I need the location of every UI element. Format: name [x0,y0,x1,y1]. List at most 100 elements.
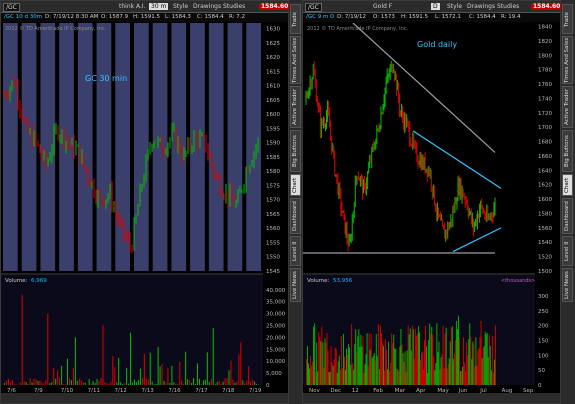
right-tab-live-news[interactable]: Live News [562,268,573,302]
left-studies-button[interactable]: Studies [223,3,245,10]
right-tab-active-trader[interactable]: Active Trader [562,86,573,128]
right-info-low: L: 1572.1 [435,14,461,20]
left-price-tick: 1585 [266,155,280,161]
right-studies-button[interactable]: Studies [497,3,519,10]
right-volume-bar [427,373,429,385]
left-think-ai-button[interactable]: think A.I. [119,3,146,10]
left-status-bar [1,393,288,403]
right-volume-bar [371,357,373,385]
right-volume-bar [353,369,355,385]
left-volume-bar [177,384,179,385]
right-volume-bar [418,332,420,385]
right-volume-bar [435,363,437,385]
left-volume-bar [252,379,254,385]
right-volume-bar [445,327,447,385]
left-volume-bar [200,383,202,385]
right-tab-big-buttons[interactable]: Big Buttons [562,130,573,172]
right-volume-bar [414,328,416,385]
left-price-tick: 1590 [266,141,280,147]
left-volume-bar [120,382,122,385]
right-volume-bar [431,326,433,385]
right-volume-bar [442,325,444,385]
left-volume-tick: 35,000 [266,300,286,306]
right-info-symbol: /GC 9 m D [306,14,335,20]
left-tab-level-ii[interactable]: Level II [290,236,301,266]
right-tab-trade[interactable]: Trade [562,4,573,34]
right-volume-bar [483,346,485,385]
right-style-button[interactable]: Style [447,3,462,10]
left-volume-tick: 25,000 [266,323,286,329]
left-price-tick: 1605 [266,98,280,104]
right-timeframe-button[interactable]: D [431,3,440,10]
right-info-range: R: 19.4 [501,14,521,20]
left-drawings-button[interactable]: Drawings [193,3,221,10]
left-volume-bar [250,381,252,385]
right-chart-area[interactable]: 1840 1820 1800 1780 1760 1740 1720 1700 1680 1660… [303,23,560,393]
left-volume-bar [51,382,53,385]
right-volume-bar [469,323,471,385]
right-tab-times-and-sales[interactable]: Times And Sales [562,36,573,84]
right-volume-bar [368,333,370,385]
right-description-button[interactable]: Gold F [373,3,392,10]
left-volume-bar [98,380,100,385]
right-volume-bar [420,359,421,385]
left-volume-bar [137,379,139,385]
left-session-band [208,23,224,271]
right-tab-dashboard[interactable]: Dashboard [562,198,573,234]
right-volume-value: 53,956 [333,278,353,284]
right-volume-bar [459,337,460,385]
left-tab-chart[interactable]: Chart [290,174,301,196]
left-session-band [21,23,37,271]
right-volume-bar [307,346,308,385]
left-copyright: 2012 © TD Ameritrade IP Company, Inc. [5,25,107,32]
left-timeframe-button[interactable]: 30 m [149,3,169,10]
right-volume-bar [425,325,427,385]
left-volume-bar [45,380,47,385]
left-volume-bar [220,383,222,385]
right-volume-tick: 200 [538,324,549,330]
left-tab-active-trader[interactable]: Active Trader [290,86,301,128]
right-tab-chart[interactable]: Chart [562,174,573,196]
left-volume-bar [74,337,76,385]
left-price-tick: 1610 [266,84,280,90]
left-volume-bar [157,346,159,385]
right-volume-bar [409,328,411,385]
right-volume-bar [364,364,366,385]
right-volume-bar [330,346,332,385]
right-price-tick: 1740 [538,96,552,102]
left-tab-dashboard[interactable]: Dashboard [290,198,301,234]
left-volume-bar [96,379,98,385]
right-volume-bar [463,337,465,385]
left-tab-live-news[interactable]: Live News [290,268,301,302]
left-price-tick: 1555 [266,240,280,246]
left-volume-bar [210,379,212,385]
right-volume-bar [437,352,439,385]
left-session-band [152,23,168,271]
left-chart-area[interactable]: 1630 1625 1620 1615 1610 1605 1600 1595 1590 1585… [1,23,288,393]
left-tab-times-and-sales[interactable]: Times And Sales [290,36,301,84]
left-volume-bar [41,382,43,385]
right-volume-bar [306,359,307,385]
left-price-tick: 1570 [266,198,280,204]
right-side-tabs: Trade Times And Sales Active Trader Big But… [561,0,575,404]
left-volume-bar [246,380,248,385]
right-volume-bar [332,365,334,385]
right-volume-bar [460,371,461,385]
left-tab-trade[interactable]: Trade [290,4,301,34]
left-symbol-input[interactable]: /GC [3,3,20,12]
right-volume-bar [471,358,473,385]
right-volume-bar [356,352,358,385]
left-style-button[interactable]: Style [173,3,188,10]
left-volume-bar [39,380,41,385]
left-volume-bar [124,383,126,385]
right-symbol-input[interactable]: /GC [305,3,322,12]
right-drawings-button[interactable]: Drawings [467,3,495,10]
right-volume-bar [347,354,348,385]
right-price-tick: 1720 [538,111,552,117]
left-tab-big-buttons[interactable]: Big Buttons [290,130,301,172]
right-price-pane [303,23,535,271]
left-session-band [3,23,18,271]
right-tab-level-ii[interactable]: Level II [562,236,573,266]
left-volume-tick: 0 [266,383,270,389]
left-chart-panel: /GC think A.I. 30 m Style Drawings Studi… [0,0,291,404]
